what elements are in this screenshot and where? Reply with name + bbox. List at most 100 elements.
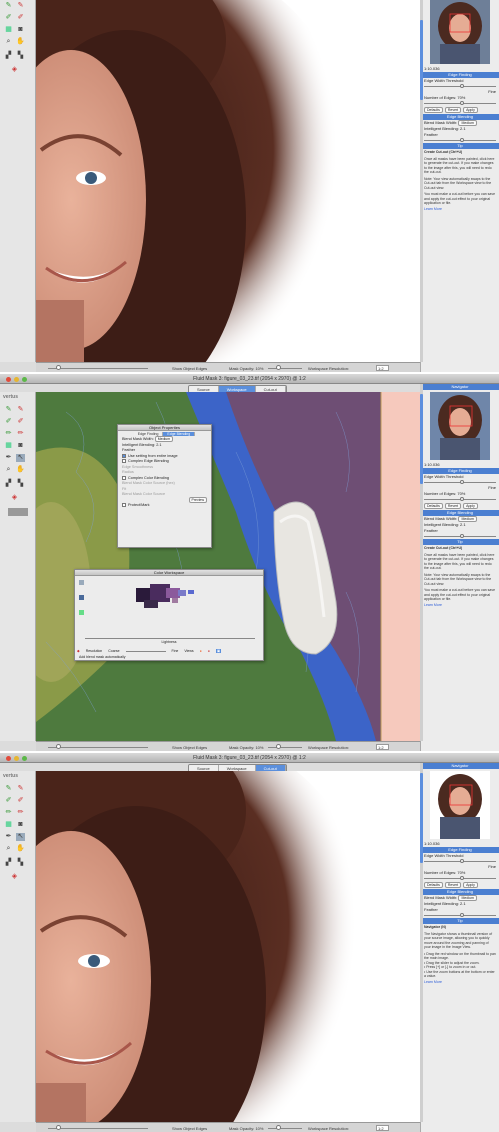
navigator-thumbnail[interactable] <box>430 771 490 839</box>
learn-more-link[interactable]: Learn More <box>421 603 499 607</box>
swatch[interactable] <box>79 580 84 585</box>
resolution-select[interactable]: 1:2 <box>376 365 389 371</box>
opacity-slider[interactable] <box>268 747 302 748</box>
navigator-thumbnail[interactable] <box>430 392 490 460</box>
defaults-button[interactable]: Defaults <box>424 107 443 113</box>
opacity-slider[interactable] <box>268 1128 302 1129</box>
resolution-select[interactable]: 1:2 <box>376 744 389 750</box>
complex-edge-checkbox[interactable] <box>122 459 126 463</box>
opacity-slider-thumb[interactable] <box>276 365 281 370</box>
delete-local-icon[interactable]: ✐ <box>16 14 25 22</box>
zoom-slider-thumb[interactable] <box>56 1125 61 1130</box>
defaults-button[interactable]: Defaults <box>424 503 443 509</box>
delete-brush-icon[interactable]: ✎ <box>16 406 25 414</box>
navigator-thumbnail[interactable] <box>430 0 490 64</box>
delete-fill-icon[interactable]: ✏ <box>16 809 25 817</box>
feather-slider[interactable] <box>424 138 496 142</box>
view-icon[interactable]: ● <box>200 649 202 653</box>
zoom-icon[interactable]: ⌕ <box>4 845 13 853</box>
complex-color-checkbox[interactable] <box>122 475 126 480</box>
zoom-icon[interactable]: ⌕ <box>4 38 13 46</box>
patch-icon[interactable]: ▦ <box>4 821 13 829</box>
delete-local-icon[interactable]: ✐ <box>16 418 25 426</box>
revert-button[interactable]: Revert <box>444 107 462 113</box>
zoom-slider-thumb[interactable] <box>56 365 61 370</box>
camera-icon[interactable]: ◙ <box>16 442 25 450</box>
resolution-slider[interactable] <box>125 650 166 652</box>
mode-icon[interactable]: ◈ <box>10 873 19 881</box>
zoom-slider[interactable] <box>48 368 148 369</box>
blend-width-select[interactable]: Medium <box>154 436 174 442</box>
keep-fill-icon[interactable]: ✏ <box>4 809 13 817</box>
protect-checkbox[interactable] <box>122 503 126 507</box>
checker2-icon[interactable]: ▚ <box>16 859 25 867</box>
view3-icon[interactable]: ▣ <box>215 649 222 653</box>
patch-icon[interactable]: ▦ <box>4 26 13 34</box>
revert-button[interactable]: Revert <box>444 503 462 509</box>
mode-icon[interactable]: ◈ <box>10 494 19 502</box>
cutout-canvas[interactable] <box>36 0 420 362</box>
opacity-slider-thumb[interactable] <box>276 744 281 749</box>
keep-brush-icon[interactable]: ✎ <box>4 2 13 10</box>
panel-scrollbar[interactable] <box>420 0 423 362</box>
opacity-slider[interactable] <box>268 368 302 369</box>
edges-slider[interactable] <box>424 497 496 501</box>
revert-button[interactable]: Revert <box>444 882 462 888</box>
preview-button[interactable]: Preview <box>188 496 207 503</box>
apply-button[interactable]: Apply <box>463 503 478 509</box>
active-mode-icon[interactable] <box>8 508 28 516</box>
opacity-slider-thumb[interactable] <box>276 1125 281 1130</box>
feather-slider[interactable] <box>424 913 496 917</box>
pointer-icon[interactable]: ↖ <box>16 454 25 462</box>
zoom-icon[interactable]: ⌕ <box>4 466 13 474</box>
show-edges-label[interactable]: Show Object Edges <box>172 1126 207 1131</box>
pointer-icon[interactable]: ↖ <box>16 833 25 841</box>
zoom-slider-thumb[interactable] <box>56 744 61 749</box>
edges-slider[interactable] <box>424 876 496 880</box>
learn-more-link[interactable]: Learn More <box>421 980 499 984</box>
panel-scrollbar[interactable] <box>420 384 423 741</box>
dialog-title[interactable]: Object Properties <box>118 425 211 431</box>
checker2-icon[interactable]: ▚ <box>16 480 25 488</box>
zoom-slider[interactable] <box>48 747 148 748</box>
keep-fill-icon[interactable]: ✏ <box>4 430 13 438</box>
keep-local-icon[interactable]: ✐ <box>4 797 13 805</box>
keep-brush-icon[interactable]: ✎ <box>4 785 13 793</box>
eyedropper-icon[interactable]: ✒ <box>4 833 13 841</box>
hand-icon[interactable]: ✋ <box>16 38 25 46</box>
apply-button[interactable]: Apply <box>463 882 478 888</box>
keep-local-icon[interactable]: ✐ <box>4 14 13 22</box>
defaults-button[interactable]: Defaults <box>424 882 443 888</box>
use-setting-checkbox[interactable] <box>122 453 126 458</box>
checker-icon[interactable]: ▞ <box>4 859 13 867</box>
zoom-slider[interactable] <box>48 1128 148 1129</box>
checker-icon[interactable]: ▞ <box>4 52 13 60</box>
checker2-icon[interactable]: ▚ <box>16 52 25 60</box>
workspace-canvas[interactable] <box>36 392 420 741</box>
navigator-header[interactable]: Navigator <box>421 384 499 390</box>
swatch[interactable] <box>79 610 84 615</box>
edge-threshold-slider[interactable] <box>424 84 496 88</box>
cutout-canvas[interactable] <box>36 771 420 1122</box>
resolution-select[interactable]: 1:2 <box>376 1125 389 1131</box>
camera-icon[interactable]: ◙ <box>16 821 25 829</box>
panel-scrollbar[interactable] <box>420 763 423 1122</box>
add-blend-row[interactable]: Add blend mask automatically <box>79 655 126 659</box>
view2-icon[interactable]: ● <box>208 649 210 653</box>
hand-icon[interactable]: ✋ <box>16 845 25 853</box>
edges-slider[interactable] <box>424 101 496 105</box>
edge-threshold-slider[interactable] <box>424 480 496 484</box>
navigator-header[interactable]: Navigator <box>421 763 499 769</box>
hand-icon[interactable]: ✋ <box>16 466 25 474</box>
protect-row[interactable]: Protect/Mark <box>118 503 211 509</box>
mode-icon[interactable]: ◈ <box>10 66 19 74</box>
keep-local-icon[interactable]: ✐ <box>4 418 13 426</box>
delete-local-icon[interactable]: ✐ <box>16 797 25 805</box>
edge-threshold-slider[interactable] <box>424 859 496 863</box>
eyedropper-icon[interactable]: ✒ <box>4 454 13 462</box>
show-edges-label[interactable]: Show Object Edges <box>172 366 207 371</box>
delete-fill-icon[interactable]: ✏ <box>16 430 25 438</box>
delete-brush-icon[interactable]: ✎ <box>16 785 25 793</box>
patch-icon[interactable]: ▦ <box>4 442 13 450</box>
learn-more-link[interactable]: Learn More <box>421 207 499 211</box>
